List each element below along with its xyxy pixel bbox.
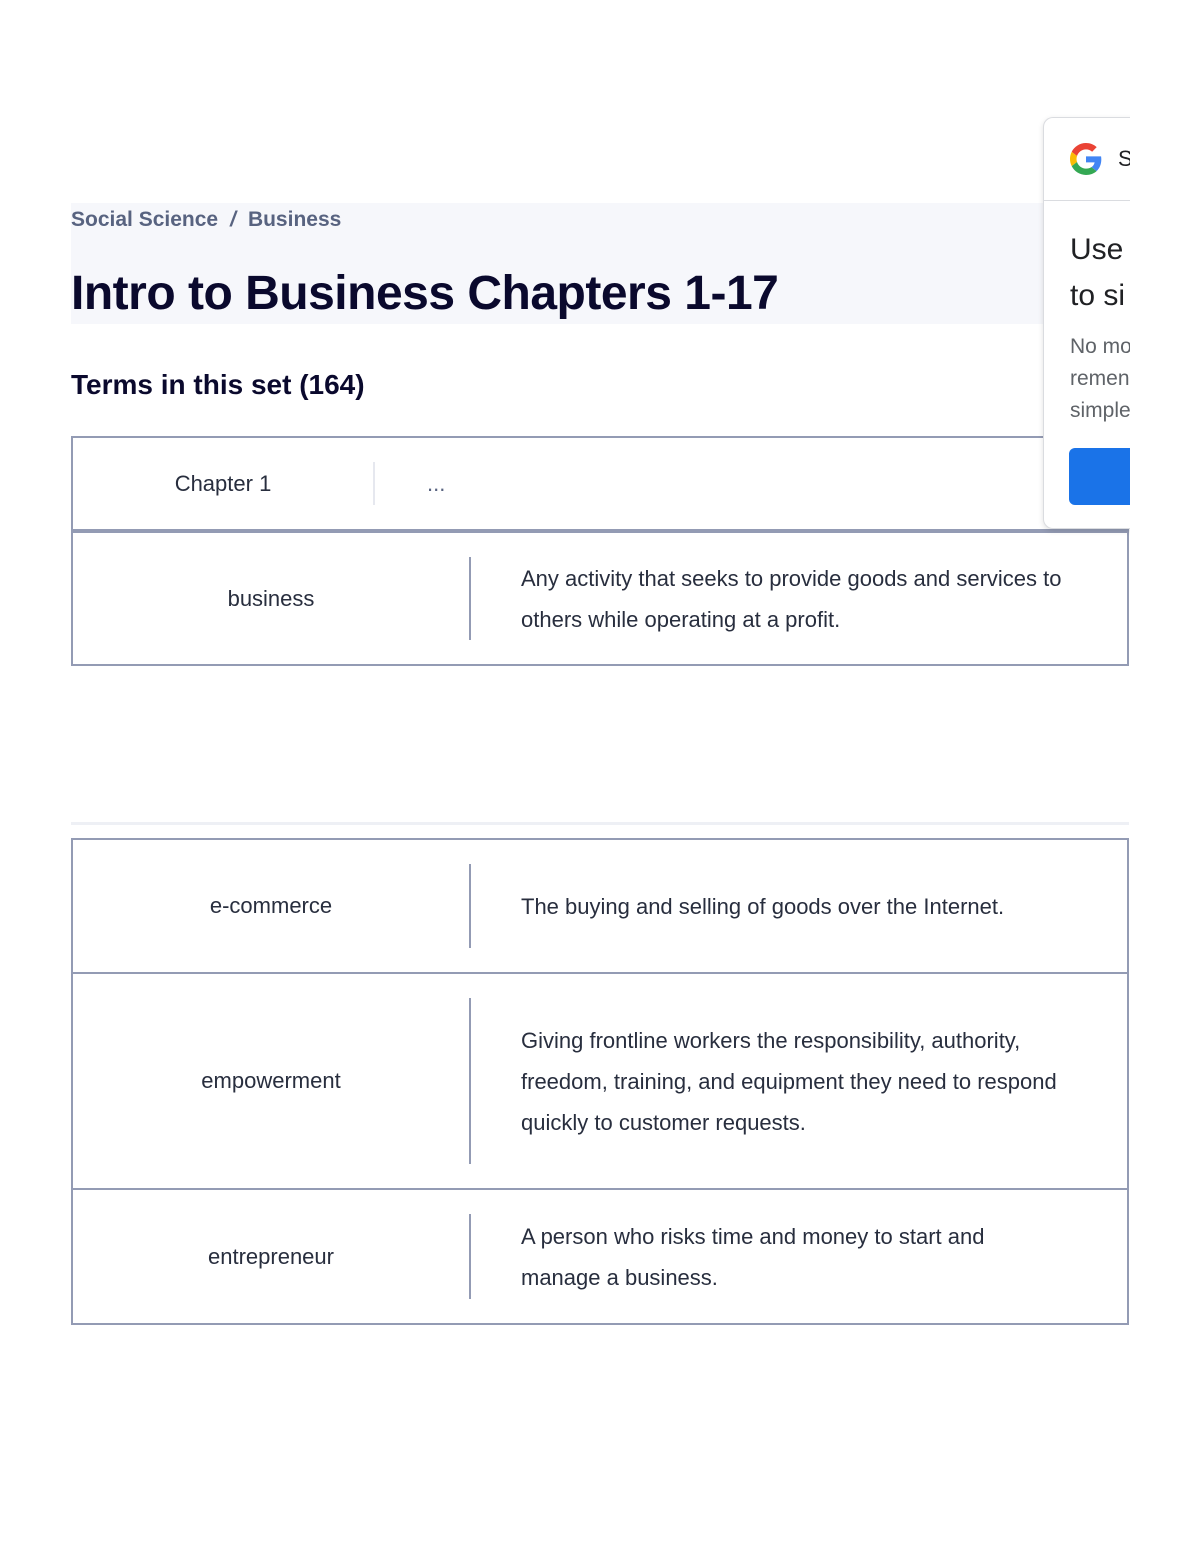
card-definition: The buying and selling of goods over the… xyxy=(521,893,1005,919)
card-term: business xyxy=(227,585,315,611)
card-term: entrepreneur xyxy=(208,1243,334,1269)
page-right-margin xyxy=(1130,0,1200,1553)
breadcrumb-business[interactable]: Business xyxy=(248,208,341,232)
card-definition: A person who risks time and money to sta… xyxy=(521,1223,985,1290)
term-card: empowerment Giving frontline workers the… xyxy=(71,972,1129,1190)
breadcrumb-social-science[interactable]: Social Science xyxy=(71,208,218,232)
card-term: empowerment xyxy=(201,1068,341,1093)
term-card: e-commerce The buying and selling of goo… xyxy=(71,838,1129,974)
chapter-definition: ... xyxy=(427,471,446,496)
term-card: entrepreneur A person who risks time and… xyxy=(71,1188,1129,1325)
breadcrumb: Social Science / Business xyxy=(71,207,341,233)
card-term: e-commerce xyxy=(209,893,333,918)
card-definition: Giving frontline workers the responsibil… xyxy=(521,1027,1057,1135)
terms-heading: Terms in this set (164) xyxy=(71,369,365,400)
google-logo-icon xyxy=(1070,143,1102,175)
chapter-label: Chapter 1 xyxy=(174,470,272,496)
ad-divider xyxy=(71,822,1129,825)
page-title: Intro to Business Chapters 1-17 xyxy=(71,267,779,320)
card-definition: Any activity that seeks to provide goods… xyxy=(521,565,1062,632)
term-card: business Any activity that seeks to prov… xyxy=(71,531,1129,666)
breadcrumb-separator: / xyxy=(230,208,236,231)
chapter-row: Chapter 1 ... xyxy=(71,436,1129,531)
